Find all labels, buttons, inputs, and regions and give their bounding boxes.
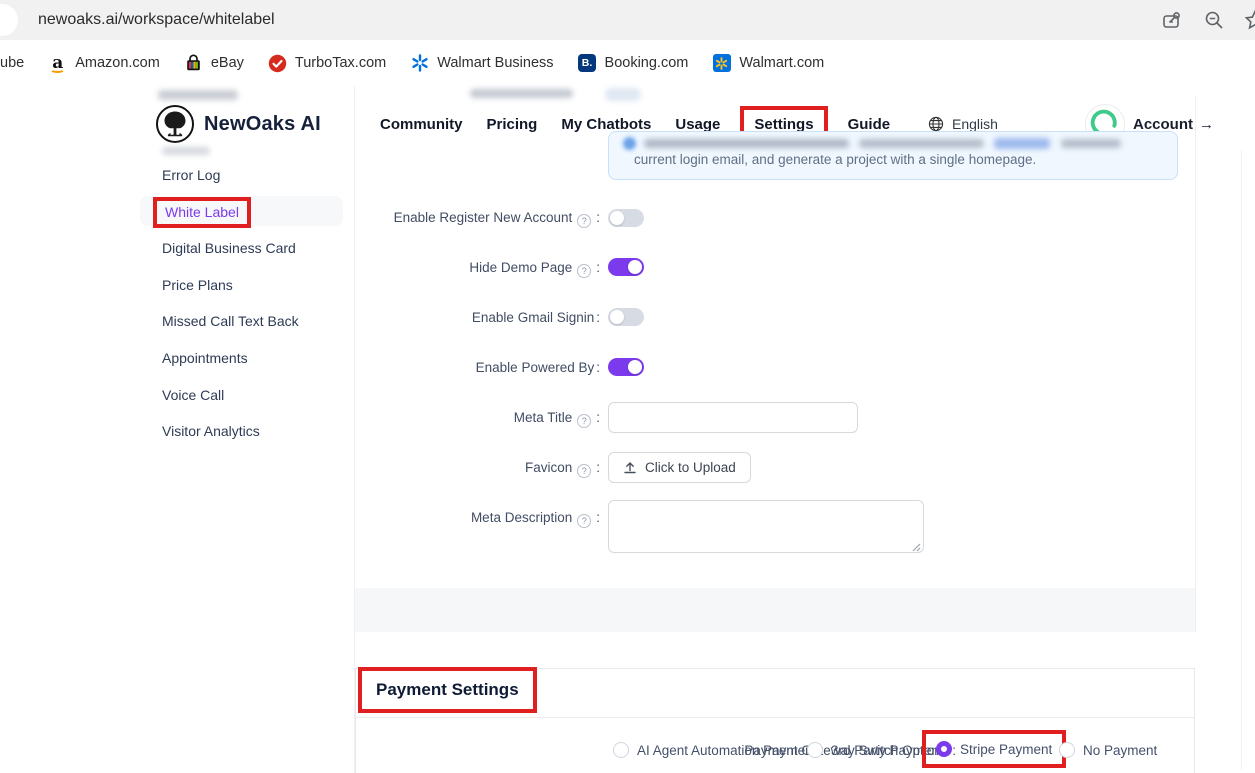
field-label-meta-description: Meta Description?: bbox=[260, 510, 600, 528]
sidebar: NewOaks AI Error Log White Label Digital… bbox=[140, 86, 355, 773]
bookmark-walmart-com[interactable]: Walmart.com bbox=[712, 54, 824, 73]
globe-icon bbox=[928, 116, 944, 132]
form-footer: Submit bbox=[355, 588, 1195, 632]
bookmark-amazon[interactable]: a Amazon.com bbox=[48, 54, 160, 73]
bookmark-walmart-business[interactable]: Walmart Business bbox=[410, 54, 553, 73]
field-label-hide-demo: Hide Demo Page?: bbox=[260, 260, 600, 278]
zoom-out-icon[interactable] bbox=[1202, 8, 1226, 32]
radio-ai-agent-automation-payment[interactable]: AI Agent Automation Payment bbox=[613, 742, 816, 758]
radio-circle bbox=[807, 742, 823, 758]
turbotax-check-icon bbox=[268, 54, 287, 73]
redacted-control bbox=[470, 89, 573, 98]
page-border bbox=[1241, 150, 1242, 770]
sidebar-item-error-log[interactable]: Error Log bbox=[140, 160, 343, 190]
radio-circle bbox=[1059, 742, 1075, 758]
toggle-register-new-account[interactable] bbox=[608, 209, 644, 227]
bookmark-label: eBay bbox=[211, 55, 244, 71]
bookmark-turbotax[interactable]: TurboTax.com bbox=[268, 54, 386, 73]
sidebar-item-digital-business-card[interactable]: Digital Business Card bbox=[140, 233, 343, 263]
highlight-box-stripe-payment: Stripe Payment bbox=[922, 730, 1066, 768]
redacted-toggle bbox=[605, 88, 641, 101]
toggle-powered-by[interactable] bbox=[608, 358, 644, 376]
highlight-box-payment-settings: Payment Settings bbox=[358, 667, 537, 713]
redacted-link bbox=[994, 138, 1050, 149]
bookmark-label: Amazon.com bbox=[75, 55, 160, 71]
bookmark-youtube[interactable]: ube bbox=[0, 55, 24, 71]
bookmark-label: TurboTax.com bbox=[295, 55, 386, 71]
address-bar-url[interactable]: newoaks.ai/workspace/whitelabel bbox=[38, 0, 275, 40]
booking-icon: B. bbox=[578, 54, 597, 73]
help-icon[interactable]: ? bbox=[577, 464, 591, 478]
redacted-text bbox=[1061, 139, 1121, 148]
help-icon[interactable]: ? bbox=[577, 264, 591, 278]
highlight-box-white-label: White Label bbox=[153, 197, 251, 228]
newoaks-logo-icon bbox=[155, 104, 195, 144]
alert-text: current login email, and generate a proj… bbox=[634, 152, 1036, 167]
radio-circle bbox=[613, 742, 629, 758]
field-label-gmail: Enable Gmail Signin: bbox=[260, 310, 600, 325]
meta-title-input[interactable] bbox=[608, 402, 858, 433]
favicon-upload-button[interactable]: Click to Upload bbox=[608, 452, 751, 483]
card-border bbox=[1195, 96, 1196, 632]
nav-usage[interactable]: Usage bbox=[675, 116, 720, 133]
bookmark-booking[interactable]: B. Booking.com bbox=[578, 54, 689, 73]
bookmark-label: Walmart Business bbox=[437, 55, 553, 71]
field-label-favicon: Favicon?: bbox=[260, 460, 600, 478]
bookmark-star-icon[interactable] bbox=[1243, 8, 1255, 32]
redacted-text bbox=[644, 139, 849, 148]
radio-no-payment[interactable]: No Payment bbox=[1059, 742, 1157, 758]
nav-community[interactable]: Community bbox=[380, 116, 463, 133]
browser-toolbar: newoaks.ai/workspace/whitelabel bbox=[0, 0, 1255, 40]
brand[interactable]: NewOaks AI bbox=[155, 104, 321, 144]
redacted-text bbox=[162, 147, 210, 155]
payment-settings-header: Payment Settings bbox=[356, 669, 1194, 718]
help-icon[interactable]: ? bbox=[577, 214, 591, 228]
arrow-right-icon: → bbox=[1199, 116, 1214, 133]
payment-settings-card: Payment Settings Payment Gateway Switch … bbox=[355, 668, 1195, 773]
walmart-com-icon bbox=[712, 54, 731, 73]
nav-pricing[interactable]: Pricing bbox=[487, 116, 538, 133]
sidebar-item-voice-call[interactable]: Voice Call bbox=[140, 380, 343, 410]
address-bar[interactable] bbox=[0, 4, 18, 36]
help-icon[interactable]: ? bbox=[577, 514, 591, 528]
field-label-meta-title: Meta Title?: bbox=[260, 410, 600, 428]
ebay-bag-icon bbox=[184, 54, 203, 73]
toggle-hide-demo-page[interactable] bbox=[608, 258, 644, 276]
bookmark-label: Walmart.com bbox=[739, 55, 824, 71]
meta-description-textarea[interactable] bbox=[608, 500, 924, 553]
radio-circle bbox=[936, 741, 952, 757]
whitelabel-settings-page: { "ui": { "colon": ":", "help_glyph": "?… bbox=[0, 0, 1255, 773]
field-label-powered-by: Enable Powered By: bbox=[260, 360, 600, 375]
upload-icon bbox=[623, 461, 637, 475]
walmart-spark-icon bbox=[410, 54, 429, 73]
amazon-icon: a bbox=[48, 54, 67, 73]
info-alert: current login email, and generate a proj… bbox=[608, 131, 1178, 180]
nav-guide[interactable]: Guide bbox=[848, 116, 891, 133]
nav-settings[interactable]: Settings bbox=[754, 116, 813, 133]
bookmark-label: Booking.com bbox=[605, 55, 689, 71]
redacted-text bbox=[158, 90, 238, 100]
info-icon bbox=[623, 137, 636, 150]
brand-name: NewOaks AI bbox=[204, 113, 321, 136]
payment-settings-title: Payment Settings bbox=[376, 680, 519, 700]
bookmarks-bar: ube a Amazon.com eBay Turbo bbox=[0, 40, 1255, 86]
help-icon[interactable]: ? bbox=[577, 414, 591, 428]
bookmark-ebay[interactable]: eBay bbox=[184, 54, 244, 73]
language-label: English bbox=[952, 116, 998, 132]
nav-my-chatbots[interactable]: My Chatbots bbox=[561, 116, 651, 133]
field-label-register: Enable Register New Account?: bbox=[260, 210, 600, 228]
redacted-text bbox=[859, 139, 984, 148]
password-key-icon[interactable] bbox=[1160, 8, 1184, 32]
radio-stripe-payment[interactable]: Stripe Payment bbox=[936, 741, 1052, 757]
bookmark-label: ube bbox=[0, 55, 24, 71]
toggle-gmail-signin[interactable] bbox=[608, 308, 644, 326]
